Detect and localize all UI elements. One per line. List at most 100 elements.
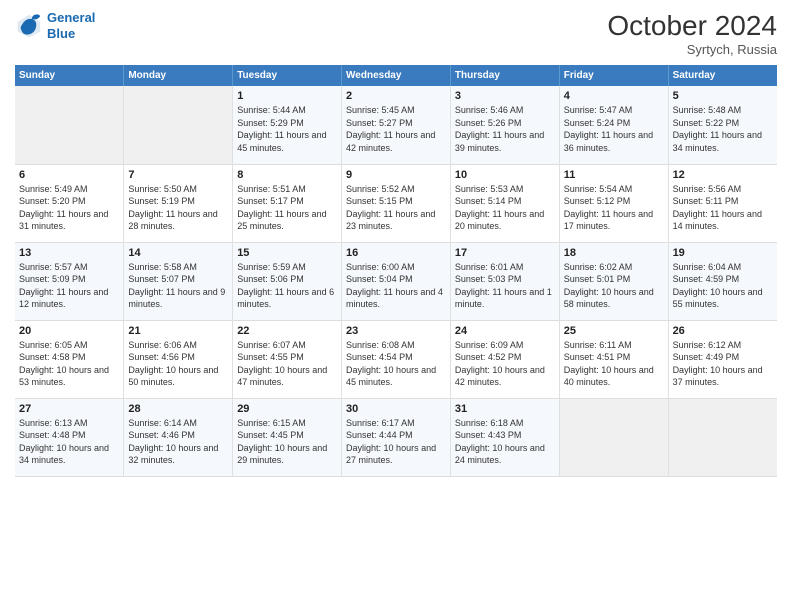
cell-3-6: 18 Sunrise: 6:02 AM Sunset: 5:01 PM Dayli… [559, 242, 668, 320]
cell-4-1: 20Sunrise: 6:05 AM Sunset: 4:58 PM Dayli… [15, 320, 124, 398]
cell-content: Sunrise: 6:14 AM Sunset: 4:46 PM Dayligh… [128, 417, 228, 467]
day-number: 12 [673, 169, 773, 181]
cell-content: Sunrise: 6:02 AM Sunset: 5:01 PM Dayligh… [564, 261, 664, 311]
cell-content: Sunrise: 6:18 AM Sunset: 4:43 PM Dayligh… [455, 417, 555, 467]
logo-general: General [47, 10, 95, 25]
week-row-1: 1 Sunrise: 5:44 AM Sunset: 5:29 PM Daylig… [15, 86, 777, 164]
cell-1-7: 5Sunrise: 5:48 AM Sunset: 5:22 PM Daylig… [668, 86, 777, 164]
day-number: 19 [673, 247, 773, 259]
cell-5-5: 31 Sunrise: 6:18 AM Sunset: 4:43 PM Dayli… [450, 398, 559, 476]
cell-3-4: 16 Sunrise: 6:00 AM Sunset: 5:04 PM Dayli… [342, 242, 451, 320]
cell-5-7 [668, 398, 777, 476]
col-header-sunday: Sunday [15, 65, 124, 86]
cell-5-1: 27Sunrise: 6:13 AM Sunset: 4:48 PM Dayli… [15, 398, 124, 476]
cell-5-4: 30 Sunrise: 6:17 AM Sunset: 4:44 PM Dayli… [342, 398, 451, 476]
cell-2-1: 6 Sunrise: 5:49 AM Sunset: 5:20 PM Daylig… [15, 164, 124, 242]
cell-content: Sunrise: 6:06 AM Sunset: 4:56 PM Dayligh… [128, 339, 228, 389]
cell-content: Sunrise: 5:48 AM Sunset: 5:22 PM Dayligh… [673, 104, 773, 154]
header-row: SundayMondayTuesdayWednesdayThursdayFrid… [15, 65, 777, 86]
cell-content: Sunrise: 5:53 AM Sunset: 5:14 PM Dayligh… [455, 183, 555, 233]
cell-5-2: 28 Sunrise: 6:14 AM Sunset: 4:46 PM Dayli… [124, 398, 233, 476]
day-number: 16 [346, 247, 446, 259]
day-number: 14 [128, 247, 228, 259]
day-number: 10 [455, 169, 555, 181]
cell-2-2: 7Sunrise: 5:50 AM Sunset: 5:19 PM Daylig… [124, 164, 233, 242]
cell-content: Sunrise: 5:47 AM Sunset: 5:24 PM Dayligh… [564, 104, 664, 154]
logo-text: General Blue [47, 10, 95, 41]
cell-2-6: 11Sunrise: 5:54 AM Sunset: 5:12 PM Dayli… [559, 164, 668, 242]
cell-content: Sunrise: 5:58 AM Sunset: 5:07 PM Dayligh… [128, 261, 228, 311]
week-row-3: 13 Sunrise: 5:57 AM Sunset: 5:09 PM Dayli… [15, 242, 777, 320]
day-number: 31 [455, 403, 555, 415]
cell-3-7: 19 Sunrise: 6:04 AM Sunset: 4:59 PM Dayli… [668, 242, 777, 320]
col-header-saturday: Saturday [668, 65, 777, 86]
cell-1-4: 2Sunrise: 5:45 AM Sunset: 5:27 PM Daylig… [342, 86, 451, 164]
cell-content: Sunrise: 6:00 AM Sunset: 5:04 PM Dayligh… [346, 261, 446, 311]
cell-content: Sunrise: 5:59 AM Sunset: 5:06 PM Dayligh… [237, 261, 337, 311]
cell-content: Sunrise: 6:07 AM Sunset: 4:55 PM Dayligh… [237, 339, 337, 389]
cell-content: Sunrise: 5:50 AM Sunset: 5:19 PM Dayligh… [128, 183, 228, 233]
day-number: 4 [564, 90, 664, 102]
cell-4-3: 22Sunrise: 6:07 AM Sunset: 4:55 PM Dayli… [233, 320, 342, 398]
week-row-5: 27Sunrise: 6:13 AM Sunset: 4:48 PM Dayli… [15, 398, 777, 476]
cell-1-5: 3 Sunrise: 5:46 AM Sunset: 5:26 PM Daylig… [450, 86, 559, 164]
week-row-2: 6 Sunrise: 5:49 AM Sunset: 5:20 PM Daylig… [15, 164, 777, 242]
cell-content: Sunrise: 6:09 AM Sunset: 4:52 PM Dayligh… [455, 339, 555, 389]
cell-3-5: 17 Sunrise: 6:01 AM Sunset: 5:03 PM Dayli… [450, 242, 559, 320]
cell-3-3: 15 Sunrise: 5:59 AM Sunset: 5:06 PM Dayli… [233, 242, 342, 320]
day-number: 9 [346, 169, 446, 181]
cell-content: Sunrise: 6:12 AM Sunset: 4:49 PM Dayligh… [673, 339, 773, 389]
week-row-4: 20Sunrise: 6:05 AM Sunset: 4:58 PM Dayli… [15, 320, 777, 398]
day-number: 26 [673, 325, 773, 337]
calendar-table: SundayMondayTuesdayWednesdayThursdayFrid… [15, 65, 777, 477]
cell-content: Sunrise: 5:49 AM Sunset: 5:20 PM Dayligh… [19, 183, 119, 233]
cell-content: Sunrise: 5:44 AM Sunset: 5:29 PM Dayligh… [237, 104, 337, 154]
header: General Blue October 2024 Syrtych, Russi… [15, 10, 777, 57]
day-number: 30 [346, 403, 446, 415]
logo-blue: Blue [47, 26, 95, 42]
cell-content: Sunrise: 6:15 AM Sunset: 4:45 PM Dayligh… [237, 417, 337, 467]
cell-3-2: 14 Sunrise: 5:58 AM Sunset: 5:07 PM Dayli… [124, 242, 233, 320]
cell-content: Sunrise: 5:57 AM Sunset: 5:09 PM Dayligh… [19, 261, 119, 311]
cell-content: Sunrise: 5:51 AM Sunset: 5:17 PM Dayligh… [237, 183, 337, 233]
col-header-wednesday: Wednesday [342, 65, 451, 86]
cell-content: Sunrise: 5:56 AM Sunset: 5:11 PM Dayligh… [673, 183, 773, 233]
logo: General Blue [15, 10, 95, 41]
day-number: 24 [455, 325, 555, 337]
day-number: 1 [237, 90, 337, 102]
cell-1-3: 1 Sunrise: 5:44 AM Sunset: 5:29 PM Daylig… [233, 86, 342, 164]
cell-5-6 [559, 398, 668, 476]
month-title: October 2024 [607, 10, 777, 42]
day-number: 20 [19, 325, 119, 337]
page: General Blue October 2024 Syrtych, Russi… [0, 0, 792, 612]
cell-content: Sunrise: 5:46 AM Sunset: 5:26 PM Dayligh… [455, 104, 555, 154]
cell-4-6: 25Sunrise: 6:11 AM Sunset: 4:51 PM Dayli… [559, 320, 668, 398]
day-number: 3 [455, 90, 555, 102]
cell-content: Sunrise: 5:52 AM Sunset: 5:15 PM Dayligh… [346, 183, 446, 233]
day-number: 13 [19, 247, 119, 259]
day-number: 23 [346, 325, 446, 337]
day-number: 15 [237, 247, 337, 259]
cell-4-7: 26 Sunrise: 6:12 AM Sunset: 4:49 PM Dayli… [668, 320, 777, 398]
col-header-tuesday: Tuesday [233, 65, 342, 86]
day-number: 6 [19, 169, 119, 181]
col-header-friday: Friday [559, 65, 668, 86]
cell-1-2 [124, 86, 233, 164]
day-number: 28 [128, 403, 228, 415]
cell-5-3: 29 Sunrise: 6:15 AM Sunset: 4:45 PM Dayli… [233, 398, 342, 476]
cell-4-2: 21Sunrise: 6:06 AM Sunset: 4:56 PM Dayli… [124, 320, 233, 398]
cell-2-5: 10 Sunrise: 5:53 AM Sunset: 5:14 PM Dayli… [450, 164, 559, 242]
day-number: 29 [237, 403, 337, 415]
cell-content: Sunrise: 6:11 AM Sunset: 4:51 PM Dayligh… [564, 339, 664, 389]
day-number: 17 [455, 247, 555, 259]
day-number: 27 [19, 403, 119, 415]
cell-content: Sunrise: 6:01 AM Sunset: 5:03 PM Dayligh… [455, 261, 555, 311]
cell-1-1 [15, 86, 124, 164]
day-number: 18 [564, 247, 664, 259]
col-header-monday: Monday [124, 65, 233, 86]
cell-content: Sunrise: 6:04 AM Sunset: 4:59 PM Dayligh… [673, 261, 773, 311]
cell-content: Sunrise: 5:45 AM Sunset: 5:27 PM Dayligh… [346, 104, 446, 154]
cell-content: Sunrise: 6:17 AM Sunset: 4:44 PM Dayligh… [346, 417, 446, 467]
day-number: 11 [564, 169, 664, 181]
cell-1-6: 4 Sunrise: 5:47 AM Sunset: 5:24 PM Daylig… [559, 86, 668, 164]
